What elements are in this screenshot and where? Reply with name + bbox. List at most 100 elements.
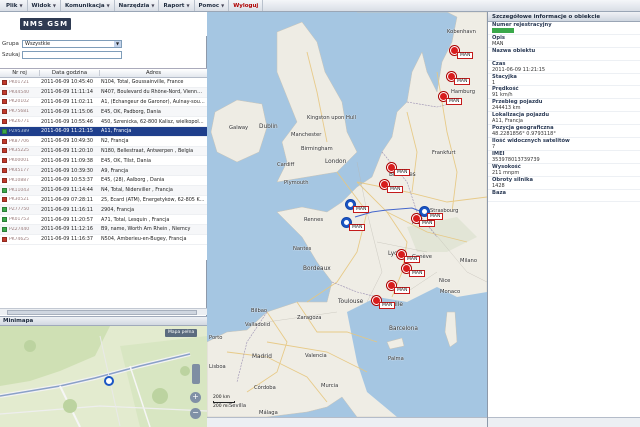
zoom-slider[interactable]	[192, 364, 200, 384]
detail-field: Stacyjka 1	[488, 74, 640, 87]
detail-field: Numer rejestracyjny	[488, 22, 640, 35]
vehicle-marker-label[interactable]: MAN	[379, 302, 396, 309]
menu-label: Raport	[163, 2, 185, 9]
table-row[interactable]: PK20102 2011-06-09 11:02:11 A1, (Échangeur…	[0, 98, 207, 108]
search-row: Szukaj	[2, 50, 122, 59]
detail-value: 353978013739739	[492, 156, 540, 163]
city-label: Bordeaux	[303, 266, 331, 272]
vehicle-marker-label[interactable]: MAN	[353, 206, 370, 213]
scale-top-label: 200 km	[213, 395, 231, 400]
minimap-vehicle-marker[interactable]	[104, 376, 114, 386]
column-header-reg[interactable]: Nr rej	[0, 70, 40, 76]
column-header-datetime[interactable]: Data godzina	[40, 70, 100, 76]
row-reg: PK87706	[9, 138, 29, 144]
group-select[interactable]: Wszystkie ▼	[22, 39, 122, 48]
minimap[interactable]: Mapa pełna + −	[0, 326, 207, 427]
column-header-address[interactable]: Adres	[100, 70, 207, 76]
row-datetime: 2011-06-09 11:11:14	[41, 89, 93, 96]
city-label: Nantes	[293, 246, 312, 252]
city-label: Valladolid	[245, 322, 271, 328]
vehicle-marker-label[interactable]: MAN	[457, 52, 474, 59]
minimap-link[interactable]: Mapa pełna	[165, 329, 198, 337]
menu-wyloguj[interactable]: Wyloguj	[229, 0, 264, 11]
vehicle-marker-label[interactable]: MAN	[427, 213, 444, 220]
table-row[interactable]: PK74625 2011-06-09 11:16:37 N504, Amberieu…	[0, 235, 207, 245]
minimap-canvas	[0, 326, 207, 427]
row-address: E45, OK, Padborg, Dania	[101, 108, 161, 115]
detail-field: Pozycja geograficzna 48.2281856° 0.979311…	[488, 125, 640, 139]
chevron-down-icon[interactable]: ▼	[114, 40, 121, 47]
main-map[interactable]: Galway Dublin Kingston upon Hull Manchester…	[207, 12, 487, 417]
city-label: Milano	[460, 258, 477, 264]
vehicle-marker-label[interactable]: MAN	[409, 270, 426, 277]
zoom-out-icon[interactable]: −	[190, 408, 201, 419]
menu-komunikacja[interactable]: Komunikacja ▼	[61, 0, 115, 11]
table-row[interactable]: PK30521 2011-06-09 07:28:11 25, Ecard (ATM…	[0, 196, 207, 206]
table-horizontal-scrollbar[interactable]	[0, 308, 207, 315]
menu-widok[interactable]: Widok ▼	[28, 0, 61, 11]
details-panel: Szczegółowe informacje o obiekcie Numer …	[487, 12, 640, 427]
city-label: Monaco	[440, 289, 461, 295]
vehicle-marker-label[interactable]: MAN	[454, 78, 471, 85]
detail-value: 211 mnpm	[492, 169, 520, 176]
city-label: Córdoba	[254, 385, 276, 391]
table-row[interactable]: PZ95389 2011-06-09 11:21:15 A11, Francja	[0, 126, 207, 137]
table-row[interactable]: PK35225 2011-06-09 11:20:10 N180, Bellestr…	[0, 146, 207, 157]
vehicle-marker-label[interactable]: MAN	[446, 98, 463, 105]
table-row[interactable]: PK45177 2011-06-09 10:39:30 A9, Francja	[0, 166, 207, 176]
table-row[interactable]: PK87706 2011-06-09 10:49:30 N2, Francja	[0, 137, 207, 147]
application-window: Plik ▼ Widok ▼ Komunikacja ▼ Narzędzia ▼ Rap…	[0, 0, 640, 427]
scrollbar-thumb[interactable]	[7, 310, 197, 315]
zoom-in-icon[interactable]: +	[190, 392, 201, 403]
detail-value: 91 km/h	[492, 92, 513, 99]
vehicle-marker-label[interactable]: MAN	[394, 169, 411, 176]
vehicle-marker-label[interactable]: MAN	[404, 256, 421, 263]
row-address: E45, (28), Aalborg , Dania	[101, 177, 165, 184]
search-input[interactable]	[22, 50, 122, 59]
logo-area: NMS GSM	[0, 12, 207, 36]
table-row[interactable]: PK01721 2011-06-09 10:45:40 N104, Total, G…	[0, 78, 207, 88]
chevron-down-icon: ▼	[221, 3, 225, 8]
table-row[interactable]: PKZ6771 2011-06-09 10:55:46 450, Szrenicka…	[0, 117, 207, 127]
city-label: Rennes	[304, 217, 324, 223]
table-row[interactable]: PK75681 2011-06-09 11:15:06 E45, OK, Padbo…	[0, 107, 207, 118]
table-row[interactable]: PZ27440 2011-06-09 11:12:16 B9, name, Wort…	[0, 224, 207, 235]
minimap-title: Minimapa	[0, 316, 207, 326]
menu-label: Wyloguj	[233, 2, 259, 9]
status-icon	[2, 217, 7, 223]
city-label: Lisboa	[209, 364, 226, 370]
city-label: Galway	[229, 125, 249, 131]
vehicle-marker-label[interactable]: MAN	[349, 224, 366, 231]
vehicle-marker-label[interactable]: MAN	[419, 220, 436, 227]
detail-field: Obroty silnika 1428	[488, 177, 640, 190]
table-row[interactable]: PK10887 2011-06-09 10:53:37 E45, (28), Aal…	[0, 176, 207, 186]
detail-field: Opis MAN	[488, 35, 640, 48]
menu-pomoc[interactable]: Pomoc ▼	[195, 0, 230, 11]
vehicle-marker-label[interactable]: MAN	[394, 287, 411, 294]
menu-narzedzia[interactable]: Narzędzia ▼	[115, 0, 160, 11]
table-row[interactable]: PZ77750 2011-06-09 11:16:11 2904, Francja	[0, 205, 207, 216]
search-label: Szukaj	[2, 51, 20, 58]
table-row[interactable]: PK01753 2011-06-09 11:20:57 A71, Total, Le…	[0, 215, 207, 225]
menu-raport[interactable]: Raport ▼	[159, 0, 195, 11]
menu-bar: Plik ▼ Widok ▼ Komunikacja ▼ Narzędzia ▼ Rap…	[0, 0, 640, 12]
row-reg: PZ27440	[9, 226, 30, 232]
row-datetime: 2011-06-09 10:39:30	[41, 167, 93, 174]
city-label: Kingston upon Hull	[307, 115, 357, 121]
table-row[interactable]: PK11043 2011-06-09 11:14:44 N4, Total, Nid…	[0, 185, 207, 196]
table-row[interactable]: PK44540 2011-06-09 11:11:14 N407, Boulevar…	[0, 87, 207, 98]
menu-plik[interactable]: Plik ▼	[2, 0, 28, 11]
row-datetime: 2011-06-09 10:53:37	[41, 177, 93, 184]
map-scale: 200 km 200 mi	[213, 395, 243, 409]
city-label: Nice	[439, 278, 451, 284]
row-address: N180, Bellestraat, Antwerpen , Belgia	[101, 147, 194, 154]
city-label: Barcelona	[389, 326, 418, 332]
table-row[interactable]: PK00001 2011-06-09 11:09:38 E45, OK, Tilst…	[0, 156, 207, 167]
row-reg: PK45177	[9, 168, 29, 174]
row-datetime: 2011-06-09 10:49:30	[41, 138, 93, 145]
row-address: A1, (Échangeur de Garonor), Aulnay-sous-…	[101, 98, 207, 105]
detail-value: A11, Francja	[492, 118, 523, 125]
status-icon	[2, 148, 7, 154]
vehicle-marker-label[interactable]: MAN	[387, 186, 404, 193]
row-reg: PKZ6771	[9, 119, 30, 125]
